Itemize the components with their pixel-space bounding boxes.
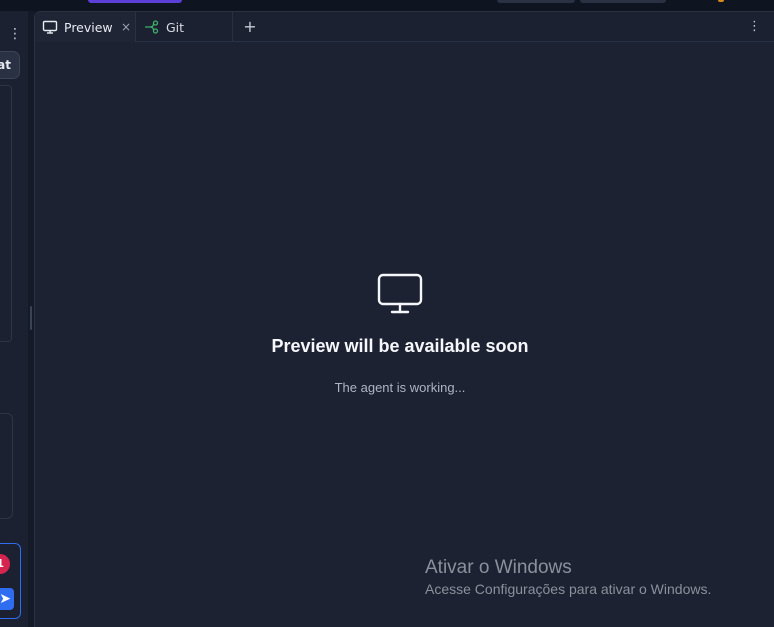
preview-empty-title: Preview will be available soon <box>271 336 529 356</box>
panel-menu-icon[interactable]: ⋮ <box>748 19 761 35</box>
tab-git-label: Git <box>166 19 185 35</box>
top-button-1[interactable] <box>497 0 575 3</box>
tab-preview-close-icon[interactable]: × <box>121 19 131 35</box>
send-button[interactable]: ➤ <box>0 588 14 610</box>
tab-preview-label: Preview <box>64 19 113 35</box>
chat-button[interactable]: at <box>0 51 20 79</box>
add-tab-button[interactable]: + <box>240 16 260 38</box>
chat-panel: ⋮ at 1 ➤ <box>0 11 28 627</box>
tab-preview[interactable]: Preview × <box>35 12 136 42</box>
top-active-indicator[interactable] <box>88 0 182 3</box>
chat-history-box <box>0 85 12 342</box>
top-bar <box>0 0 774 11</box>
tab-git[interactable]: Git <box>136 12 233 42</box>
monitor-icon <box>377 273 423 315</box>
tab-bar: Preview × Git + ⋮ <box>35 12 774 42</box>
monitor-icon <box>42 19 58 35</box>
splitter-grip[interactable] <box>30 306 32 330</box>
chat-panel-menu-icon[interactable]: ⋮ <box>8 27 22 41</box>
chat-context-box <box>0 413 13 519</box>
windows-activation-subtitle: Acesse Configurações para ativar o Windo… <box>425 581 712 597</box>
preview-empty-subtitle: The agent is working... <box>334 380 466 395</box>
top-button-2[interactable] <box>580 0 666 3</box>
git-branch-icon <box>144 19 160 35</box>
windows-activation-title: Ativar o Windows <box>425 557 572 578</box>
chat-divider <box>0 363 4 366</box>
preview-panel: Preview × Git + ⋮ Preview will be availa… <box>34 11 774 627</box>
send-icon: ➤ <box>0 591 11 607</box>
top-status-dot <box>718 0 724 2</box>
